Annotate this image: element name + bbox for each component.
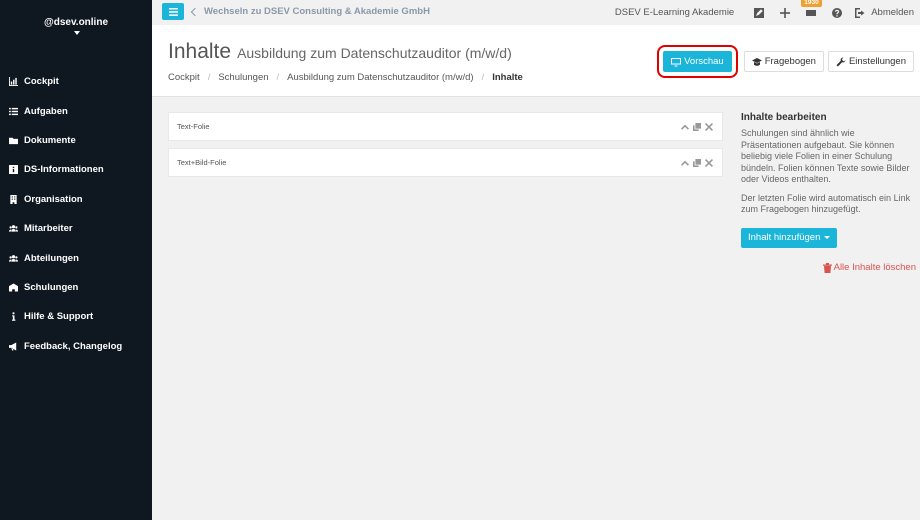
chevron-up-icon[interactable]	[680, 158, 690, 168]
add-content-button[interactable]: Inhalt hinzufügen	[741, 227, 838, 248]
switch-organization-label: Wechseln zu DSEV Consulting & Akademie G…	[204, 6, 430, 17]
preview-highlight: Vorschau	[657, 45, 738, 78]
chart-icon	[8, 76, 19, 87]
sidebar-item-schulungen[interactable]: Schulungen	[0, 273, 152, 302]
page-title: Inhalte Ausbildung zum Datenschutzaudito…	[168, 40, 512, 64]
settings-label: Einstellungen	[848, 56, 906, 67]
chevron-down-icon	[824, 236, 831, 239]
header-actions: Vorschau Fragebogen Einstellungen	[657, 45, 914, 78]
questionnaire-button[interactable]: Fragebogen	[743, 51, 824, 72]
wrench-icon	[836, 57, 846, 66]
chevron-up-icon[interactable]	[680, 122, 690, 132]
user-dropdown-caret-icon[interactable]	[74, 31, 80, 35]
breadcrumb-item-course[interactable]: Ausbildung zum Datenschutzauditor (m/w/d…	[287, 72, 473, 83]
hamburger-icon	[168, 7, 178, 16]
close-icon[interactable]	[704, 158, 714, 168]
sidebar-item-hilfe-support[interactable]: Hilfe & Support	[0, 302, 152, 331]
sidebar-item-label: Mitarbeiter	[24, 223, 73, 235]
organization-name: DSEV E-Learning Akademie	[614, 7, 735, 18]
slide-label: Text-Folie	[177, 122, 210, 131]
users-icon	[8, 253, 19, 264]
edit-icon[interactable]	[753, 7, 765, 19]
sidebar-item-aufgaben[interactable]: Aufgaben	[0, 96, 152, 125]
sidebar-item-dokumente[interactable]: Dokumente	[0, 126, 152, 155]
users-icon	[8, 223, 19, 234]
delete-all-contents-link[interactable]: Alle Inhalte löschen	[822, 262, 916, 273]
sidebar-item-label: Schulungen	[24, 281, 79, 293]
sidebar-item-label: Aufgaben	[24, 105, 68, 117]
plus-icon[interactable]	[779, 7, 791, 19]
close-icon[interactable]	[704, 122, 714, 132]
logout-label: Abmelden	[871, 7, 914, 18]
topbar-right: DSEV E-Learning Akademie 1930 Abmelden	[615, 0, 914, 25]
slide-actions	[678, 158, 714, 168]
trash-icon	[822, 262, 832, 273]
sidebar-item-label: Abteilungen	[24, 252, 79, 264]
sidebar-item-organisation[interactable]: Organisation	[0, 185, 152, 214]
sidebar: @dsev.online Cockpit Aufgaben Dokumente …	[0, 0, 152, 520]
help-icon[interactable]	[831, 7, 843, 19]
slide-actions	[678, 122, 714, 132]
topbar: Wechseln zu DSEV Consulting & Akademie G…	[152, 0, 920, 25]
user-name[interactable]: @dsev.online	[0, 17, 152, 28]
breadcrumb: Cockpit / Schulungen / Ausbildung zum Da…	[168, 72, 523, 83]
sidebar-item-cockpit[interactable]: Cockpit	[0, 67, 152, 96]
menu-toggle-button[interactable]	[162, 3, 184, 20]
breadcrumb-item-cockpit[interactable]: Cockpit	[168, 72, 200, 83]
switch-organization-link[interactable]: Wechseln zu DSEV Consulting & Akademie G…	[190, 6, 430, 17]
slide-item[interactable]: Text+Bild-Folie	[168, 148, 723, 177]
preview-label: Vorschau	[684, 56, 724, 67]
breadcrumb-item-current: Inhalte	[492, 72, 523, 83]
delete-all-label: Alle Inhalte löschen	[833, 262, 916, 273]
edit-contents-panel: Inhalte bearbeiten Schulungen sind ähnli…	[741, 112, 916, 273]
graduation-cap-icon	[751, 57, 762, 66]
sidebar-item-abteilungen[interactable]: Abteilungen	[0, 243, 152, 272]
copy-icon[interactable]	[692, 122, 702, 132]
sidebar-item-label: Dokumente	[24, 134, 76, 146]
slide-label: Text+Bild-Folie	[177, 158, 227, 167]
notification-badge: 1930	[801, 0, 822, 7]
sidebar-item-label: Hilfe & Support	[24, 311, 94, 323]
copy-icon[interactable]	[692, 158, 702, 168]
info-icon	[8, 311, 19, 322]
logout-button[interactable]: Abmelden	[855, 7, 914, 18]
notifications-icon[interactable]: 1930	[801, 0, 822, 19]
building-icon	[8, 194, 19, 205]
breadcrumb-separator: /	[481, 72, 485, 83]
add-content-label: Inhalt hinzufügen	[748, 232, 821, 243]
list-icon	[8, 106, 19, 117]
sidebar-nav: Cockpit Aufgaben Dokumente DS-Informatio…	[0, 67, 152, 361]
preview-button[interactable]: Vorschau	[663, 51, 732, 72]
breadcrumb-item-schulungen[interactable]: Schulungen	[218, 72, 268, 83]
settings-button[interactable]: Einstellungen	[827, 51, 914, 72]
sidebar-item-label: Feedback, Changelog	[24, 340, 123, 352]
chevron-left-icon	[190, 7, 200, 16]
sidebar-item-ds-informationen[interactable]: DS-Informationen	[0, 155, 152, 184]
megaphone-icon	[8, 341, 19, 352]
page-title-main: Inhalte	[168, 40, 232, 63]
slide-list: Text-Folie Text+Bild-Folie	[168, 112, 723, 184]
breadcrumb-separator: /	[276, 72, 280, 83]
sidebar-item-mitarbeiter[interactable]: Mitarbeiter	[0, 214, 152, 243]
page-title-sub: Ausbildung zum Datenschutzauditor (m/w/d…	[237, 45, 512, 61]
monitor-icon	[671, 57, 682, 66]
school-icon	[8, 282, 19, 293]
sidebar-item-feedback[interactable]: Feedback, Changelog	[0, 332, 152, 361]
breadcrumb-separator: /	[207, 72, 211, 83]
panel-note: Der letzten Folie wird automatisch ein L…	[741, 192, 911, 215]
panel-heading: Inhalte bearbeiten	[741, 112, 827, 123]
info-box-icon	[8, 164, 19, 175]
panel-description: Schulungen sind ähnlich wie Präsentation…	[741, 128, 910, 184]
slide-item[interactable]: Text-Folie	[168, 112, 723, 141]
folder-icon	[8, 135, 19, 146]
sidebar-item-label: DS-Informationen	[24, 164, 104, 176]
sidebar-item-label: Cockpit	[24, 76, 59, 88]
logout-icon	[855, 7, 865, 18]
questionnaire-label: Fragebogen	[764, 56, 816, 67]
page-header: Inhalte Ausbildung zum Datenschutzaudito…	[152, 25, 920, 97]
sidebar-item-label: Organisation	[24, 193, 83, 205]
